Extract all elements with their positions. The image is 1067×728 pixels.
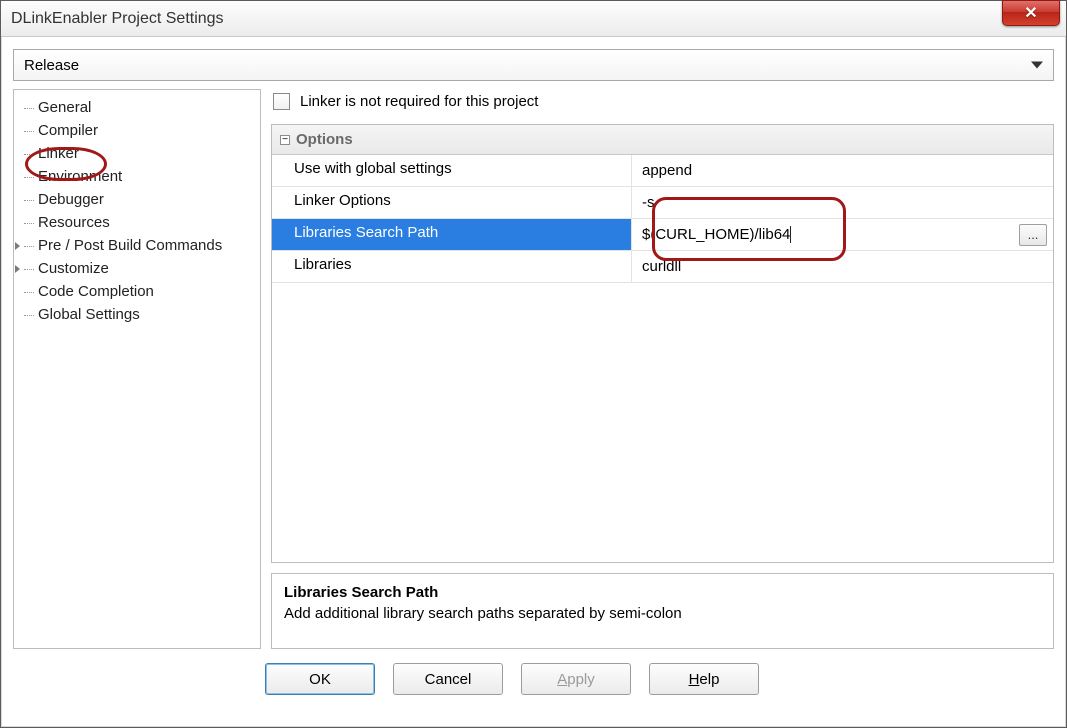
option-row[interactable]: Libraries Search Path$(CURL_HOME)/lib64.…: [272, 219, 1053, 251]
option-value-cell[interactable]: curldll: [632, 251, 1053, 282]
main-panel: Linker is not required for this project …: [271, 89, 1054, 649]
browse-button[interactable]: ...: [1019, 224, 1047, 246]
option-value: curldll: [642, 258, 681, 275]
option-label: Linker Options: [272, 187, 632, 218]
sidebar-item-code-completion[interactable]: Code Completion: [18, 280, 256, 303]
dialog-body: GeneralCompilerLinkerEnvironmentDebugger…: [1, 89, 1066, 649]
option-row[interactable]: Linker Options -s: [272, 187, 1053, 219]
chevron-down-icon: [1031, 62, 1043, 69]
option-value-cell[interactable]: $(CURL_HOME)/lib64...: [632, 219, 1053, 250]
sidebar-item-global-settings[interactable]: Global Settings: [18, 303, 256, 326]
close-icon: ✕: [1024, 3, 1037, 23]
option-value: append: [642, 162, 692, 179]
sidebar-item-general[interactable]: General: [18, 96, 256, 119]
sidebar-item-environment[interactable]: Environment: [18, 165, 256, 188]
linker-not-required-checkbox[interactable]: [273, 93, 290, 110]
option-label: Libraries: [272, 251, 632, 282]
linker-not-required-label: Linker is not required for this project: [300, 93, 538, 110]
option-value-cell[interactable]: -s: [632, 187, 1053, 218]
sidebar-item-pre-post-build-commands[interactable]: Pre / Post Build Commands: [18, 234, 256, 257]
configuration-dropdown[interactable]: Release: [13, 49, 1054, 81]
apply-button[interactable]: Apply: [521, 663, 631, 695]
option-label: Use with global settings: [272, 155, 632, 186]
titlebar: DLinkEnabler Project Settings ✕: [1, 1, 1066, 37]
sidebar-item-compiler[interactable]: Compiler: [18, 119, 256, 142]
cancel-button[interactable]: Cancel: [393, 663, 503, 695]
apply-button-label: Apply: [557, 671, 595, 688]
sidebar-item-resources[interactable]: Resources: [18, 211, 256, 234]
ok-button-label: OK: [309, 671, 331, 688]
close-button[interactable]: ✕: [1002, 0, 1060, 26]
help-title: Libraries Search Path: [284, 584, 1041, 601]
options-header[interactable]: − Options: [272, 125, 1053, 155]
cancel-button-label: Cancel: [425, 671, 472, 688]
options-rows: Use with global settings append Linker Opt…: [272, 155, 1053, 562]
window-title: DLinkEnabler Project Settings: [11, 10, 224, 28]
option-value: -s: [642, 194, 655, 211]
help-button[interactable]: Help: [649, 663, 759, 695]
option-value-cell[interactable]: append: [632, 155, 1053, 186]
ok-button[interactable]: OK: [265, 663, 375, 695]
sidebar-item-linker[interactable]: Linker: [18, 142, 256, 165]
button-row: OK Cancel Apply Help: [1, 649, 1066, 695]
help-button-label: Help: [689, 671, 720, 688]
options-grid: − Options Use with global settings append…: [271, 124, 1054, 563]
option-label: Libraries Search Path: [272, 219, 632, 250]
dialog-window: DLinkEnabler Project Settings ✕ Release …: [0, 0, 1067, 728]
option-row[interactable]: Use with global settings append: [272, 155, 1053, 187]
sidebar-item-customize[interactable]: Customize: [18, 257, 256, 280]
collapse-icon[interactable]: −: [280, 135, 290, 145]
options-header-label: Options: [296, 131, 353, 148]
sidebar-item-debugger[interactable]: Debugger: [18, 188, 256, 211]
sidebar-tree: GeneralCompilerLinkerEnvironmentDebugger…: [13, 89, 261, 649]
linker-not-required-row: Linker is not required for this project: [271, 89, 1054, 114]
configuration-value: Release: [24, 57, 79, 74]
option-row[interactable]: Libraries curldll: [272, 251, 1053, 283]
help-panel: Libraries Search Path Add additional lib…: [271, 573, 1054, 649]
option-value-input[interactable]: $(CURL_HOME)/lib64: [642, 226, 791, 243]
help-description: Add additional library search paths sepa…: [284, 605, 1041, 622]
